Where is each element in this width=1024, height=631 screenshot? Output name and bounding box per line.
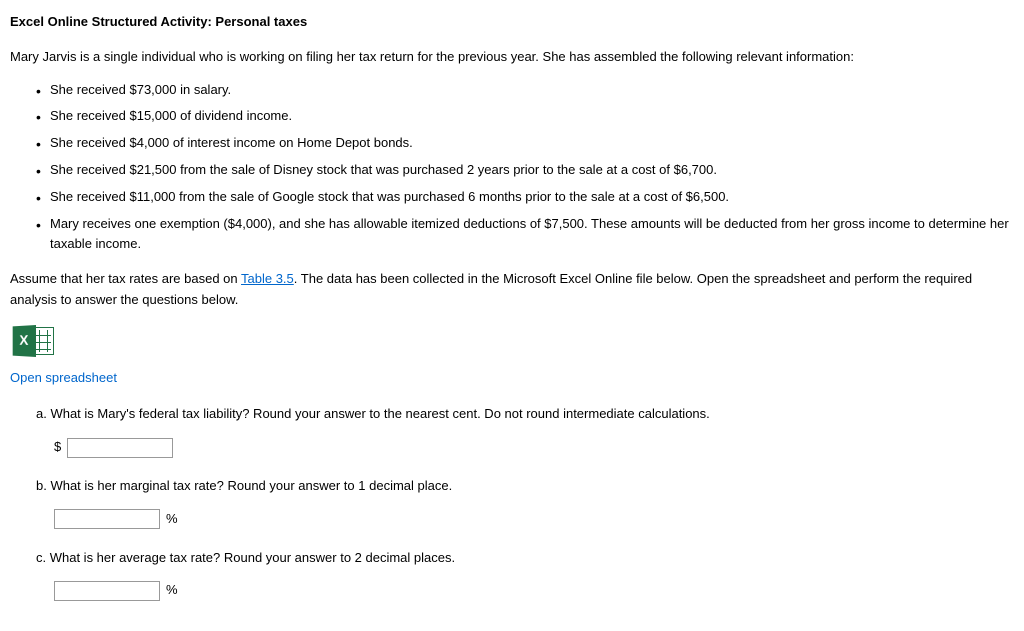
question-c: c. What is her average tax rate? Round y… <box>36 548 1014 602</box>
percent-suffix: % <box>166 509 178 530</box>
answer-a-input[interactable] <box>67 438 173 458</box>
intro-text: Mary Jarvis is a single individual who i… <box>10 47 1014 68</box>
list-item: She received $73,000 in salary. <box>36 80 1014 101</box>
list-item: She received $4,000 of interest income o… <box>36 133 1014 154</box>
page-title: Excel Online Structured Activity: Person… <box>10 12 1014 33</box>
excel-icon-block[interactable]: X <box>10 325 1014 364</box>
assume-text: Assume that her tax rates are based on T… <box>10 269 1014 311</box>
question-list: a. What is Mary's federal tax liability?… <box>10 404 1014 601</box>
list-item: Mary receives one exemption ($4,000), an… <box>36 214 1014 256</box>
percent-suffix: % <box>166 580 178 601</box>
open-spreadsheet-link[interactable]: Open spreadsheet <box>10 368 117 389</box>
question-a-text: a. What is Mary's federal tax liability?… <box>36 404 1014 425</box>
bullet-list: She received $73,000 in salary. She rece… <box>10 80 1014 256</box>
question-c-text: c. What is her average tax rate? Round y… <box>36 548 1014 569</box>
answer-c-input[interactable] <box>54 581 160 601</box>
answer-b-input[interactable] <box>54 509 160 529</box>
excel-x-letter: X <box>13 325 36 357</box>
table-link[interactable]: Table 3.5 <box>241 271 294 286</box>
excel-icon: X <box>10 325 54 357</box>
list-item: She received $11,000 from the sale of Go… <box>36 187 1014 208</box>
question-a: a. What is Mary's federal tax liability?… <box>36 404 1014 458</box>
question-b: b. What is her marginal tax rate? Round … <box>36 476 1014 530</box>
assume-part1: Assume that her tax rates are based on <box>10 271 241 286</box>
question-b-text: b. What is her marginal tax rate? Round … <box>36 476 1014 497</box>
list-item: She received $15,000 of dividend income. <box>36 106 1014 127</box>
dollar-prefix: $ <box>54 437 61 458</box>
list-item: She received $21,500 from the sale of Di… <box>36 160 1014 181</box>
